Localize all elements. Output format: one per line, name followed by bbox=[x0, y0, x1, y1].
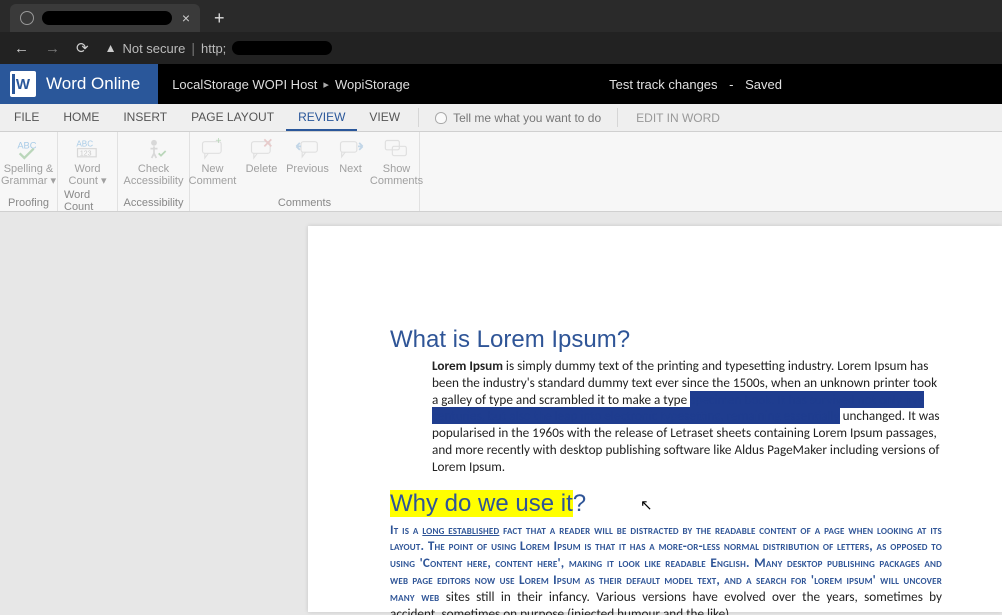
show-comments-label: Show Comments bbox=[370, 163, 423, 187]
tell-me-placeholder: Tell me what you want to do bbox=[453, 111, 601, 125]
globe-icon bbox=[20, 11, 34, 25]
document-workspace: What is Lorem Ipsum? Lorem Ipsum is simp… bbox=[0, 212, 1002, 615]
breadcrumb-sep-icon: ▸ bbox=[323, 78, 329, 91]
word-count-button[interactable]: ABC 123 Word Count ▾ bbox=[60, 136, 116, 187]
word-count-label: Word Count ▾ bbox=[69, 163, 107, 187]
forward-button[interactable]: → bbox=[45, 40, 60, 57]
tab-title-redacted bbox=[42, 11, 172, 25]
previous-comment-button[interactable]: Previous bbox=[283, 136, 333, 187]
new-comment-label: New Comment bbox=[189, 163, 237, 187]
spellcheck-icon: ABC bbox=[15, 138, 43, 160]
back-button[interactable]: ← bbox=[14, 40, 29, 57]
previous-comment-icon bbox=[294, 138, 322, 160]
next-comment-label: Next bbox=[339, 163, 362, 175]
tab-page-layout[interactable]: PAGE LAYOUT bbox=[179, 104, 286, 131]
group-word-count: Word Count bbox=[64, 187, 111, 213]
tab-insert[interactable]: INSERT bbox=[111, 104, 179, 131]
p2-sc-c: sites still in their infancy. Various ve… bbox=[390, 588, 942, 615]
breadcrumb-host[interactable]: LocalStorage WOPI Host bbox=[172, 77, 317, 92]
tab-divider bbox=[418, 108, 419, 127]
heading-1-text: What is Lorem Ipsum bbox=[390, 326, 617, 353]
reload-button[interactable]: ⟳ bbox=[76, 39, 89, 57]
breadcrumb-file[interactable]: WopiStorage bbox=[335, 77, 410, 92]
check-accessibility-button[interactable]: Check Accessibility bbox=[119, 136, 189, 187]
close-tab-icon[interactable]: × bbox=[182, 10, 190, 26]
browser-tab[interactable]: × bbox=[10, 4, 200, 32]
app-brand-bar: Word Online LocalStorage WOPI Host ▸ Wop… bbox=[0, 64, 1002, 104]
mouse-cursor-icon: ↖ bbox=[640, 496, 653, 514]
word-count-icon: ABC 123 bbox=[74, 138, 102, 160]
not-secure-label: Not secure bbox=[122, 41, 185, 56]
paragraph-1: Lorem Ipsum is simply dummy text of the … bbox=[432, 358, 942, 476]
tab-home[interactable]: HOME bbox=[51, 104, 111, 131]
heading-2-highlight: Why do we use it bbox=[390, 490, 573, 517]
tab-view[interactable]: VIEW bbox=[357, 104, 412, 131]
url-redacted bbox=[232, 41, 332, 55]
svg-text:+: + bbox=[215, 137, 221, 147]
spelling-grammar-label: Spelling & Grammar ▾ bbox=[1, 163, 56, 187]
browser-tab-strip: × + bbox=[0, 0, 1002, 32]
browser-address-bar: ← → ⟳ ▲ Not secure | http; bbox=[0, 32, 1002, 64]
url-pipe: | bbox=[191, 40, 195, 56]
svg-text:ABC: ABC bbox=[76, 140, 93, 149]
group-accessibility: Accessibility bbox=[124, 195, 184, 209]
not-secure-icon: ▲ bbox=[105, 41, 117, 55]
accessibility-icon bbox=[140, 138, 168, 160]
group-proofing: Proofing bbox=[8, 195, 49, 209]
tell-me-search[interactable]: Tell me what you want to do bbox=[425, 104, 611, 131]
app-name: Word Online bbox=[46, 74, 140, 94]
status-sep: - bbox=[729, 77, 733, 92]
word-icon bbox=[10, 71, 36, 97]
tab-file[interactable]: FILE bbox=[4, 104, 51, 131]
heading-2: Why do we use it? bbox=[390, 490, 942, 518]
delete-comment-label: Delete bbox=[246, 163, 278, 175]
url-box[interactable]: ▲ Not secure | http; bbox=[105, 40, 333, 56]
p2-sc-a: It is a bbox=[390, 521, 422, 538]
delete-comment-icon bbox=[248, 138, 276, 160]
group-comments: Comments bbox=[278, 195, 331, 209]
show-comments-button[interactable]: Show Comments bbox=[369, 136, 425, 187]
p1-bold: Lorem Ipsum bbox=[432, 357, 503, 374]
new-tab-button[interactable]: + bbox=[200, 4, 239, 32]
word-brand[interactable]: Word Online bbox=[0, 64, 158, 104]
document-page[interactable]: What is Lorem Ipsum? Lorem Ipsum is simp… bbox=[308, 226, 1002, 612]
saved-label: Saved bbox=[745, 77, 782, 92]
ribbon-tabs: FILE HOME INSERT PAGE LAYOUT REVIEW VIEW… bbox=[0, 104, 1002, 132]
lightbulb-icon bbox=[435, 112, 447, 124]
new-comment-button[interactable]: + New Comment bbox=[185, 136, 241, 187]
check-accessibility-label: Check Accessibility bbox=[124, 163, 184, 187]
heading-2-q: ? bbox=[573, 490, 586, 517]
heading-1-q: ? bbox=[617, 326, 630, 353]
delete-comment-button[interactable]: Delete bbox=[241, 136, 283, 187]
heading-1: What is Lorem Ipsum? bbox=[390, 326, 942, 354]
show-comments-icon bbox=[383, 138, 411, 160]
svg-text:123: 123 bbox=[79, 151, 91, 158]
previous-comment-label: Previous bbox=[286, 163, 329, 175]
track-changes-label: Test track changes bbox=[609, 77, 717, 92]
spelling-grammar-button[interactable]: ABC Spelling & Grammar ▾ bbox=[1, 136, 57, 187]
next-comment-icon bbox=[337, 138, 365, 160]
new-comment-icon: + bbox=[199, 138, 227, 160]
paragraph-2: It is a long established fact that a rea… bbox=[390, 522, 942, 615]
next-comment-button[interactable]: Next bbox=[333, 136, 369, 187]
edit-in-word-button[interactable]: EDIT IN WORD bbox=[624, 104, 732, 131]
url-prefix: http; bbox=[201, 41, 226, 56]
tab-divider-2 bbox=[617, 108, 618, 127]
tab-review[interactable]: REVIEW bbox=[286, 104, 357, 131]
ribbon: ABC Spelling & Grammar ▾ Proofing ABC 123… bbox=[0, 132, 1002, 212]
save-status: Test track changes - Saved bbox=[609, 77, 782, 92]
p2-underline: long established bbox=[422, 521, 499, 538]
